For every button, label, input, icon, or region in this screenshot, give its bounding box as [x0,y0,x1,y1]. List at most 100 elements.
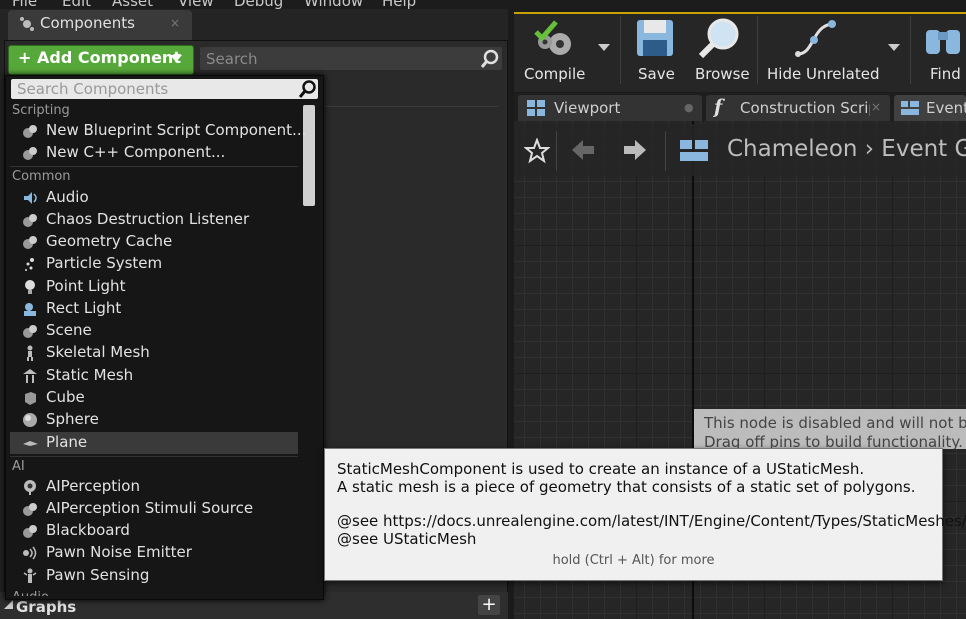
component-icon [23,214,37,227]
tab-viewport-label: Viewport [554,99,621,117]
section-audio: Audio [12,590,49,596]
divider [325,106,498,107]
menu-edit[interactable]: Edit [62,0,91,9]
save-icon [637,20,673,56]
hide-unrelated-icon [795,20,836,57]
bulb-icon [25,280,35,294]
add-graph-button[interactable]: + [478,595,500,615]
components-icon [20,17,34,31]
tooltip-hint: hold (Ctrl + Alt) for more [552,553,715,568]
menu-item-new-cpp[interactable]: New C++ Component... [10,142,298,164]
collapse-arrow-icon[interactable] [4,600,13,609]
menu-debug[interactable]: Debug [234,0,283,9]
components-search-placeholder: Search [206,50,258,68]
sphere-icon [23,413,37,427]
menu-item-sphere[interactable]: Sphere [10,409,298,431]
find-label: Find [930,65,961,83]
viewport-icon [527,100,545,116]
compile-icon [534,20,571,55]
binoculars-icon [926,30,960,54]
toolbar-separator [620,16,621,84]
star-icon[interactable] [524,138,550,164]
back-arrow-icon[interactable] [570,138,596,162]
hide-unrelated-label: Hide Unrelated [767,65,880,83]
disabled-note-line-2: Drag off pins to build functionality. [704,433,963,449]
speaker-icon [24,192,37,204]
compile-label: Compile [524,65,586,83]
event-graph-icon [901,101,919,115]
eye-icon [24,480,36,495]
menu-item-new-blueprint-script[interactable]: New Blueprint Script Component... [10,120,306,142]
skeleton-icon [27,345,33,361]
component-icon [23,525,37,538]
close-icon[interactable]: × [170,16,180,30]
menu-item-static-mesh[interactable]: Static Mesh [10,365,298,387]
menu-item-cube[interactable]: Cube [10,387,298,409]
chevron-down-icon[interactable] [598,44,610,52]
cube-icon [25,392,36,405]
menu-item-particle-system[interactable]: Particle System [10,253,298,275]
sensing-icon [23,568,37,583]
tab-event-label: Event [926,99,966,117]
plane-icon [23,441,38,446]
component-icon [23,236,37,249]
section-common: Common [12,169,71,184]
section-scripting: Scripting [12,103,70,118]
menu-help[interactable]: Help [382,0,416,9]
chevron-down-icon [170,55,182,62]
graphs-label: Graphs [16,598,77,616]
disabled-node-note: This node is disabled and will not be Dr… [694,409,966,449]
menu-item-pawn-noise-emitter[interactable]: Pawn Noise Emitter [10,542,298,564]
section-divider [10,166,298,167]
static-mesh-icon [23,369,37,383]
components-tab-label: Components [40,14,135,32]
section-ai: AI [12,459,25,474]
menu-item-blackboard[interactable]: Blackboard [10,520,298,542]
menu-item-plane[interactable]: Plane [10,432,298,454]
menu-item-skeletal-mesh[interactable]: Skeletal Mesh [10,342,298,364]
static-mesh-tooltip: StaticMeshComponent is used to create an… [324,448,966,581]
tooltip-line-4: @see UStaticMesh [337,530,477,548]
menu-item-pawn-sensing[interactable]: Pawn Sensing [10,565,298,587]
disabled-note-line-1: This node is disabled and will not be [704,414,966,432]
chevron-down-icon[interactable] [888,44,900,52]
add-component-label: + Add Component [18,48,181,67]
search-icon[interactable] [299,80,317,98]
menu-item-geometry-cache[interactable]: Geometry Cache [10,231,298,253]
particle-icon [25,258,34,271]
magnifier-icon [698,18,739,59]
scene-icon [23,325,37,338]
event-graph-icon [680,140,708,161]
section-divider [10,456,298,457]
menu-item-rect-light[interactable]: Rect Light [10,298,298,320]
menu-file[interactable]: File [12,0,37,9]
menu-window[interactable]: Window [304,0,363,9]
menu-view[interactable]: View [178,0,214,9]
rect-light-icon [24,303,36,316]
function-icon: f [714,96,723,118]
tooltip-line-1: StaticMeshComponent is used to create an… [337,460,865,478]
noise-icon [23,546,37,560]
tooltip-line-2: A static mesh is a piece of geometry tha… [337,478,916,496]
menu-item-ai-perception-stimuli[interactable]: AIPerception Stimuli Source [10,498,298,520]
menu-item-ai-perception[interactable]: AIPerception [10,476,298,498]
menu-item-chaos-destruction-listener[interactable]: Chaos Destruction Listener [10,209,298,231]
tab-construction-label: Construction Scrip [740,99,870,117]
browse-label: Browse [695,65,750,83]
blueprint-icon [23,125,37,138]
header-separator [665,131,666,171]
cpp-icon [23,147,37,160]
header-separator [556,131,557,171]
menu-asset[interactable]: Asset [112,0,153,9]
forward-arrow-icon[interactable] [622,138,648,162]
toolbar-separator [910,16,911,84]
search-icon[interactable] [480,49,500,69]
menu-item-audio[interactable]: Audio [10,187,298,209]
menu-item-point-light[interactable]: Point Light [10,276,298,298]
menu-item-scene[interactable]: Scene [10,320,298,342]
search-components-placeholder: Search Components [17,80,169,98]
close-icon[interactable]: ● [684,101,694,114]
menu-bar: File Edit Asset View Debug Window Help [0,0,966,9]
tooltip-line-3: @see https://docs.unrealengine.com/lates… [337,512,966,530]
close-icon[interactable]: × [871,100,881,114]
